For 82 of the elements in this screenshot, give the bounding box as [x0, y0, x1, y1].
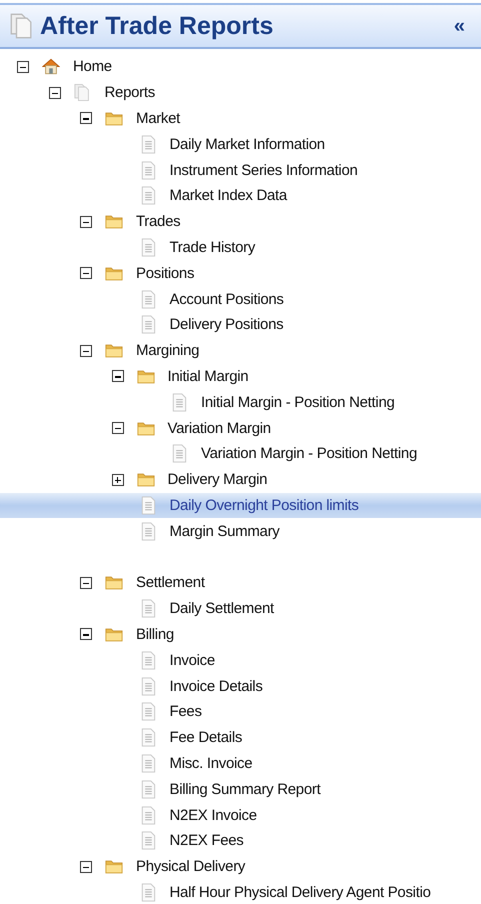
tree-item-label: Settlement: [136, 574, 205, 592]
tree-item-row[interactable]: Billing Summary Report: [0, 776, 481, 802]
tree-item-row[interactable]: Invoice Details: [0, 673, 481, 699]
collapse-button[interactable]: «: [450, 14, 469, 38]
house-icon: [42, 57, 60, 76]
collapse-toggle[interactable]: [80, 216, 92, 228]
collapse-toggle[interactable]: [112, 422, 124, 434]
tree-item-label: Market Index Data: [170, 187, 287, 204]
tree-item-label: Physical Delivery: [136, 858, 246, 876]
document-icon: [170, 444, 188, 464]
tree-item-label: Invoice: [170, 652, 215, 669]
tree-item-label: Account Positions: [170, 290, 284, 308]
tree-item-label: Daily Settlement: [170, 600, 274, 618]
tree-item-row[interactable]: Market: [0, 106, 481, 132]
tree-item-row[interactable]: Variation Margin: [0, 415, 481, 441]
tree-item-row[interactable]: Daily Market Information: [0, 131, 481, 158]
tree-item-row[interactable]: Positions: [0, 260, 481, 286]
tree-item-row[interactable]: Delivery Positions: [0, 312, 481, 338]
selected-tree-item[interactable]: Daily Overnight Position limits: [0, 492, 481, 518]
tree-item-label: Home: [73, 58, 112, 76]
tree-item-row[interactable]: Trades: [0, 208, 481, 235]
tree-item-row[interactable]: Margining: [0, 338, 481, 364]
tree-item-label: Delivery Positions: [170, 316, 284, 334]
tree-item-row[interactable]: Variation Margin - Position Netting: [0, 440, 481, 467]
tree-item-label: N2EX Invoice: [170, 806, 257, 824]
collapse-toggle[interactable]: [80, 344, 92, 357]
tree-item-label: Variation Margin: [168, 420, 271, 437]
documents-icon: [74, 83, 92, 102]
tree-item-row[interactable]: Fees: [0, 698, 481, 725]
tree-item-label: N2EX Fees: [170, 832, 244, 850]
tree-item-row[interactable]: Instrument Series Information: [0, 157, 481, 183]
tree-item-row[interactable]: Reports: [0, 80, 481, 106]
tree-item-row[interactable]: Invoice: [0, 647, 481, 674]
tree-item-label: Trades: [136, 213, 180, 230]
collapse-toggle[interactable]: [112, 370, 124, 382]
tree-item-row[interactable]: Billing: [0, 622, 481, 648]
tree-item-row[interactable]: Daily Settlement: [0, 596, 481, 622]
tree-item-row[interactable]: Home: [0, 54, 481, 80]
tree-item-label: Instrument Series Information: [170, 162, 358, 179]
tree-item-label: Market: [136, 110, 180, 127]
tree-item-label: Trade History: [170, 238, 256, 256]
tree-item-label: Margin Summary: [170, 522, 280, 540]
tree-item-label: Delivery Margin: [168, 471, 268, 488]
tree-item-row[interactable]: N2EX Invoice: [0, 802, 481, 828]
tree-item-label: Reports: [104, 84, 155, 102]
tree-item-label: Fees: [170, 703, 202, 720]
tree-item-row[interactable]: Half Hour Physical Delivery Agent Positio: [0, 880, 481, 904]
collapse-toggle[interactable]: [17, 60, 29, 73]
tree-item-label: Invoice Details: [170, 678, 263, 695]
tree-item-row[interactable]: Market Index Data: [0, 182, 481, 209]
tree-item-row[interactable]: Physical Delivery: [0, 854, 481, 880]
panel-title: After Trade Reports: [40, 12, 274, 40]
collapse-toggle[interactable]: [80, 112, 92, 124]
tree-item-row[interactable]: Misc. Invoice: [0, 750, 481, 776]
tree-item-row[interactable]: Trade History: [0, 234, 481, 260]
collapse-toggle[interactable]: [48, 86, 60, 99]
collapse-toggle[interactable]: [80, 576, 92, 589]
tree-item-row[interactable]: Account Positions: [0, 286, 481, 312]
tree-item-row[interactable]: Fee Details: [0, 724, 481, 751]
tree-item-label: Positions: [136, 264, 194, 282]
tree-item-label: Margining: [136, 342, 200, 360]
tree-item-label: Initial Margin - Position Netting: [201, 394, 395, 411]
collapse-toggle[interactable]: [80, 628, 92, 640]
tree-item-row[interactable]: Margin Summary: [0, 518, 481, 544]
tree-item-row[interactable]: Delivery Margin: [0, 466, 481, 493]
tree-item-label: Daily Market Information: [170, 136, 325, 153]
tree-item-label: Initial Margin: [168, 368, 248, 385]
tree-item-label: Misc. Invoice: [170, 754, 252, 772]
tree-item-label: Billing Summary Report: [170, 780, 320, 798]
tree-item-row[interactable]: N2EX Fees: [0, 828, 481, 854]
collapse-toggle[interactable]: [80, 860, 92, 873]
tree-item-label: Variation Margin - Position Netting: [201, 445, 417, 462]
tree-item-row[interactable]: Initial Margin: [0, 364, 481, 390]
expand-toggle[interactable]: [112, 474, 124, 486]
tree-item-label: Billing: [136, 626, 174, 643]
tree-item-row[interactable]: Initial Margin - Position Netting: [0, 389, 481, 416]
tree-item-row[interactable]: Settlement: [0, 570, 481, 596]
tree-item-label: Half Hour Physical Delivery Agent Positio: [170, 884, 431, 901]
document-icon: [170, 392, 188, 412]
tree-item-label: Daily Overnight Position limits: [170, 496, 359, 514]
collapse-toggle[interactable]: [80, 267, 92, 280]
tree-item-label: Fee Details: [170, 729, 242, 746]
